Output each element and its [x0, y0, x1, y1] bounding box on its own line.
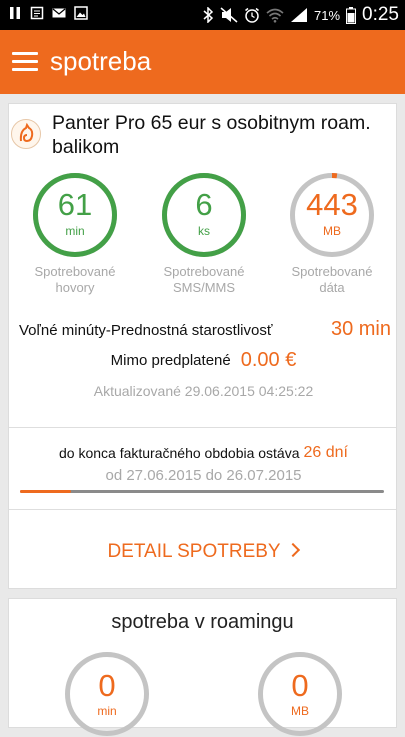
notes-icon [30, 6, 44, 20]
usage-card: Panter Pro 65 eur s osobitnym roam. bali… [8, 103, 397, 589]
calls-value: 61 [57, 187, 93, 222]
gauge-data: 443 MB Spotrebované dáta [280, 172, 384, 296]
gauge-sms: 6 ks Spotrebované SMS/MMS [152, 172, 256, 296]
data-value: 443 [306, 187, 358, 222]
outside-plan-value: 0.00 € [240, 349, 297, 371]
roaming-gauge-data: 0 MB [257, 651, 347, 737]
alarm-icon [245, 7, 259, 23]
wifi-icon [266, 8, 284, 23]
signal-icon [290, 8, 307, 22]
sms-unit: ks [198, 224, 210, 238]
updated-timestamp: Aktualizované 29.06.2015 04:25:22 [93, 383, 314, 399]
billing-period-label: do konca fakturačného obdobia ostáva [59, 445, 300, 461]
data-label: Spotrebované dáta [291, 264, 373, 295]
detail-usage-label: DETAIL SPOTREBY [107, 541, 281, 562]
sms-ring: 6 ks [161, 172, 247, 258]
roaming-data-unit: MB [291, 704, 309, 718]
billing-period-dates: od 27.06.2015 do 26.07.2015 [105, 467, 302, 484]
roaming-gauge-minutes: 0 min [64, 651, 154, 737]
data-unit: MB [323, 224, 341, 238]
roaming-minutes-unit: min [97, 704, 117, 718]
roaming-data-ring: 0 MB [257, 651, 343, 737]
outside-plan-label: Mimo predplatené [110, 352, 231, 369]
free-minutes-value: 30 min [330, 318, 391, 340]
roaming-minutes-value: 0 [98, 668, 116, 703]
free-minutes-row: Voľné minúty-Prednostná starostlivosť 30… [19, 317, 391, 343]
battery-percent: 71% [313, 7, 341, 23]
calls-label: Spotrebované hovory [34, 264, 116, 295]
calls-ring: 61 min [32, 172, 118, 258]
detail-usage-button[interactable]: DETAIL SPOTREBY [9, 534, 396, 570]
page-title: spotreba [50, 46, 152, 76]
clock: 0:25 [362, 4, 399, 25]
mute-icon [220, 7, 238, 23]
billing-progress-bar [20, 490, 384, 493]
menu-icon[interactable] [12, 52, 38, 72]
calls-unit: min [65, 224, 85, 238]
gauge-calls: 61 min Spotrebované hovory [23, 172, 127, 296]
status-bar: 71% 0:25 [0, 0, 405, 30]
roaming-title: spotreba v roamingu [111, 611, 294, 633]
battery-icon [346, 6, 357, 24]
mail-icon [52, 8, 66, 18]
image-icon [74, 6, 88, 20]
billing-period-row: do konca fakturačného obdobia ostáva 26 d… [9, 444, 398, 462]
billing-period-days: 26 dní [303, 444, 348, 461]
plan-name: Panter Pro 65 eur s osobitnym roam. bali… [52, 112, 371, 158]
app-bar: spotreba [0, 30, 405, 94]
data-ring: 443 MB [289, 172, 375, 258]
roaming-card: spotreba v roamingu 0 min 0 MB [8, 598, 397, 736]
panther-icon [11, 119, 41, 149]
roaming-minutes-ring: 0 min [64, 651, 150, 737]
free-minutes-label: Voľné minúty-Prednostná starostlivosť [19, 322, 273, 339]
pause-icon [10, 7, 20, 19]
roaming-data-value: 0 [291, 668, 309, 703]
divider [9, 427, 396, 428]
bluetooth-icon [203, 7, 214, 23]
sms-value: 6 [195, 187, 213, 222]
divider [9, 509, 396, 510]
outside-plan-row: Mimo predplatené 0.00 € [9, 349, 398, 372]
billing-progress-fill [20, 490, 71, 493]
chevron-right-icon [285, 542, 300, 558]
sms-label: Spotrebované SMS/MMS [163, 264, 245, 295]
